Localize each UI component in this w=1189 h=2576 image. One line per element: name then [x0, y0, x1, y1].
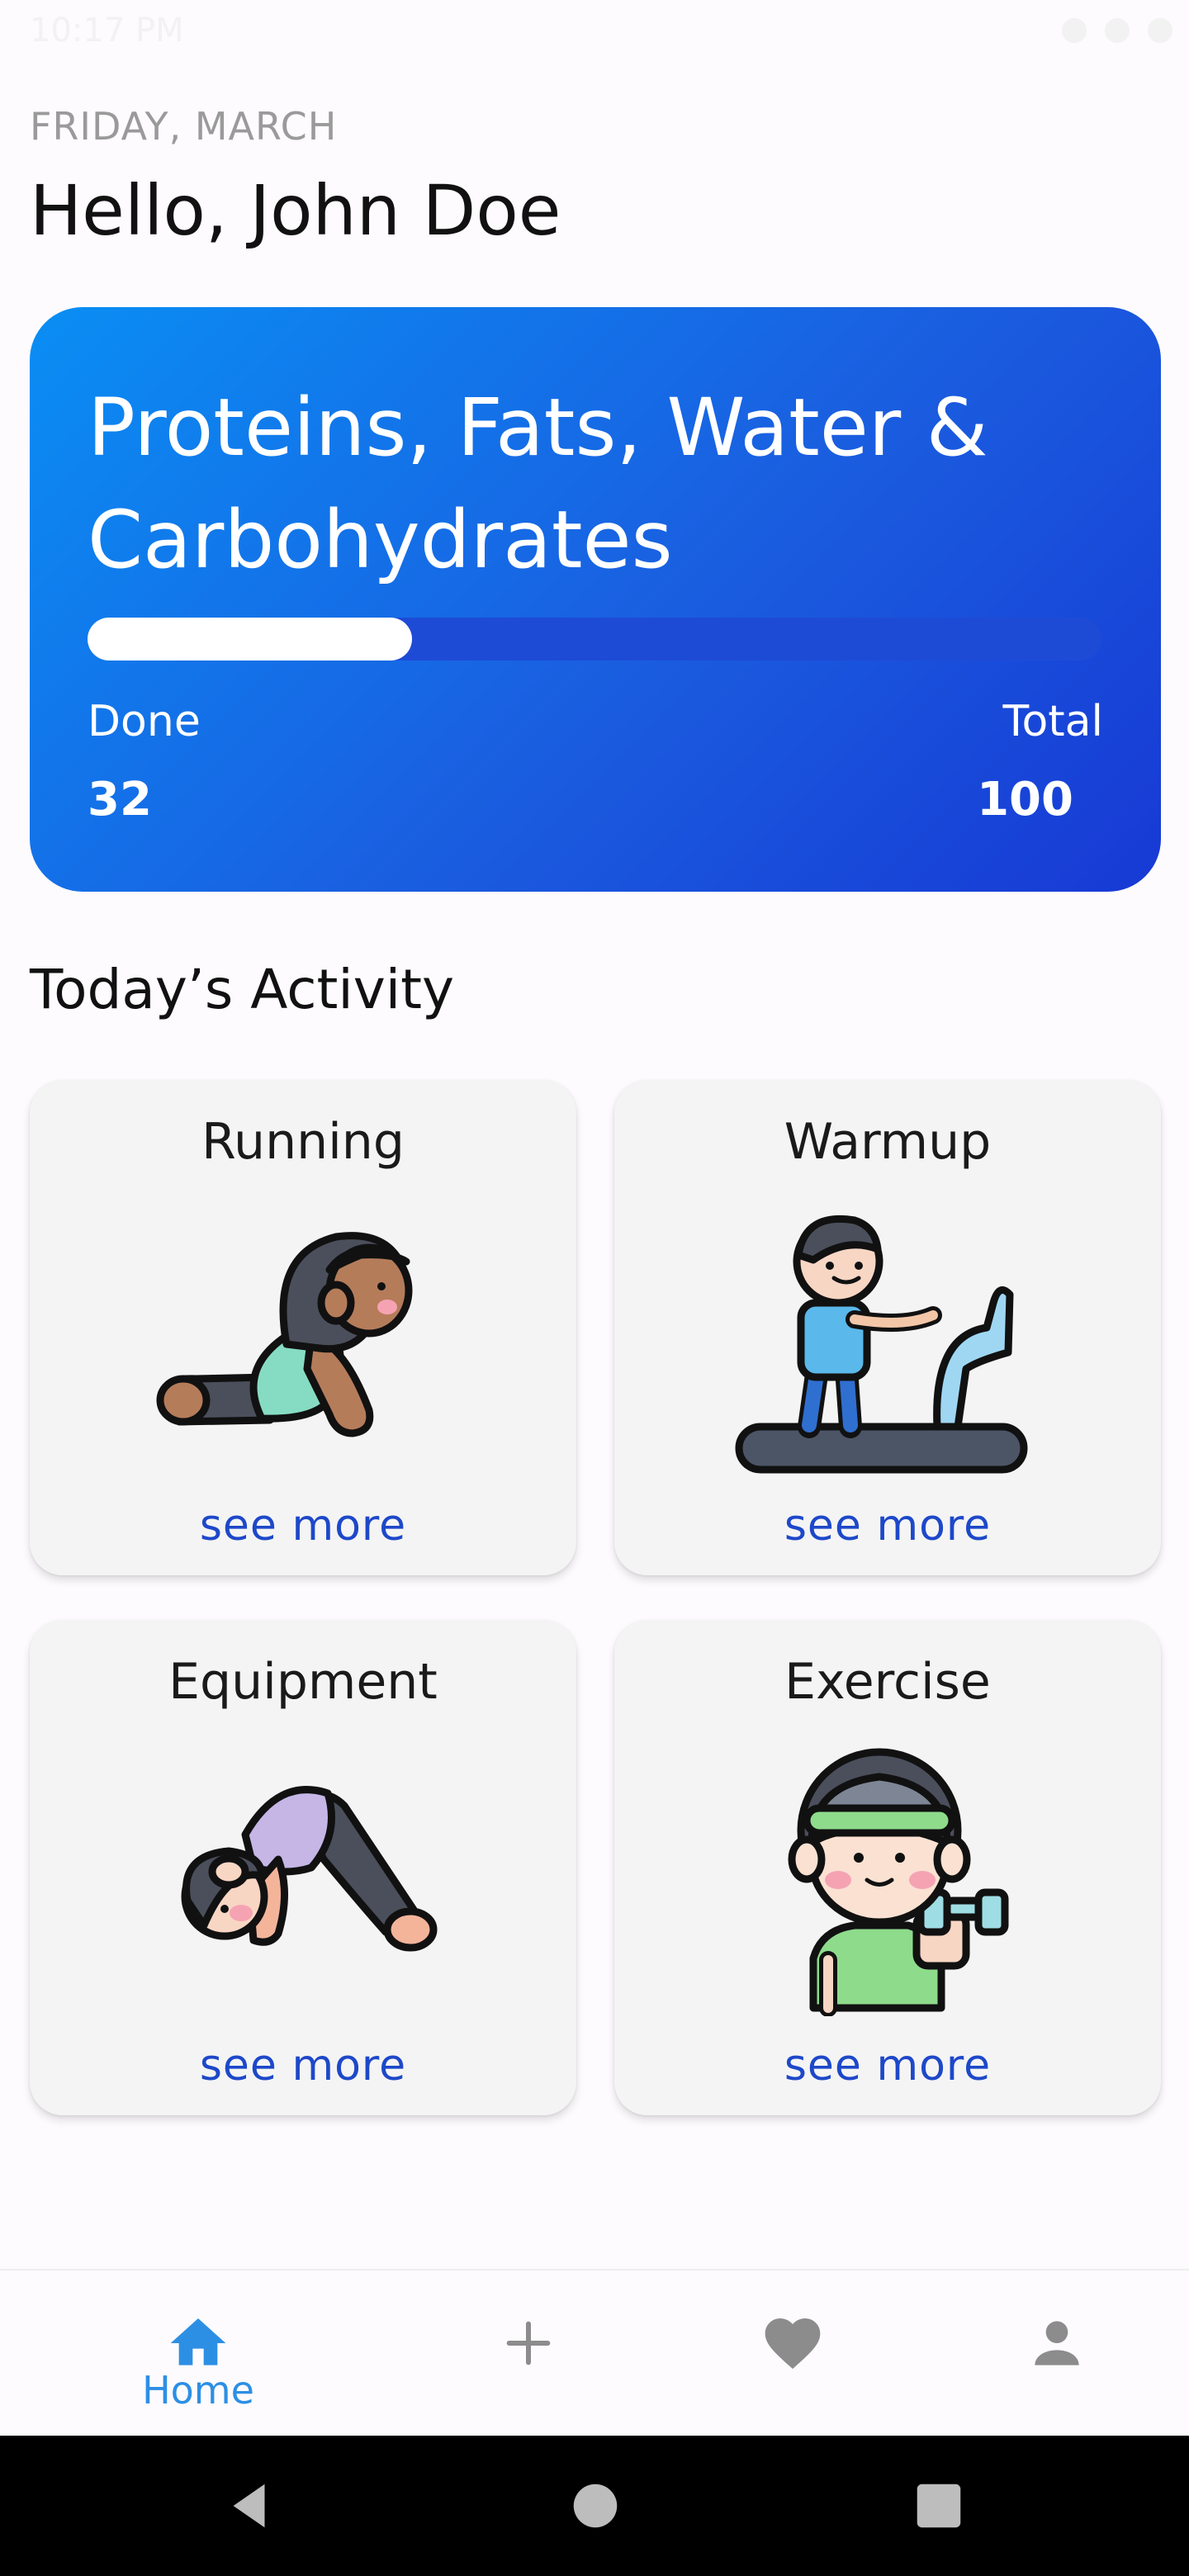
done-label: Done [88, 697, 201, 746]
see-more-link[interactable]: see more [30, 2041, 576, 2091]
card-title: Warmup [784, 1113, 992, 1171]
activity-card-warmup[interactable]: Warmup see more [614, 1080, 1161, 1575]
nutrition-progress-bar [88, 618, 1101, 661]
signal-icon [1105, 18, 1130, 43]
battery-icon [1148, 18, 1172, 43]
status-time: 10:17 PM [30, 12, 184, 50]
activity-card-exercise[interactable]: Exercise see more [614, 1620, 1161, 2115]
total-label: Total [1002, 697, 1103, 746]
home-circle-icon[interactable] [566, 2477, 624, 2535]
nutrition-summary-card[interactable]: Proteins, Fats, Water & Carbohydrates Do… [30, 307, 1161, 892]
app-screen: 10:17 PM FRIDAY, MARCH Hello, John Doe P… [0, 0, 1189, 2576]
person-icon [1035, 2321, 1079, 2365]
nav-item-home[interactable]: Home [99, 2271, 297, 2437]
section-title-activity: Today’s Activity [30, 958, 455, 1021]
see-more-link[interactable]: see more [30, 1501, 576, 1551]
nav-label-home: Home [142, 2368, 254, 2413]
bottom-navigation: Home [0, 2269, 1189, 2436]
heart-icon [765, 2318, 821, 2370]
treadmill-illustration [735, 1215, 1028, 1474]
see-more-link[interactable]: see more [614, 2041, 1161, 2091]
cobra-pose-illustration [156, 1232, 413, 1437]
total-value: 100 [977, 773, 1073, 826]
card-title: Equipment [168, 1653, 438, 1711]
see-more-link[interactable]: see more [614, 1501, 1161, 1551]
downward-dog-illustration [181, 1786, 438, 1952]
plus-icon [506, 2321, 551, 2365]
nav-item-favorites[interactable] [710, 2271, 875, 2437]
recents-icon[interactable] [910, 2477, 968, 2535]
summary-title: Proteins, Fats, Water & Carbohydrates [88, 381, 988, 586]
nav-item-add[interactable] [446, 2271, 611, 2437]
date-label: FRIDAY, MARCH [30, 104, 338, 149]
system-navigation-bar [0, 2436, 1189, 2576]
status-icons [1062, 18, 1172, 43]
home-icon [170, 2318, 226, 2365]
activity-card-equipment[interactable]: Equipment see more [30, 1620, 576, 2115]
progress-fill [88, 618, 412, 661]
back-icon[interactable] [221, 2477, 279, 2535]
card-title: Running [201, 1113, 405, 1171]
card-title: Exercise [784, 1653, 991, 1711]
done-value: 32 [88, 773, 152, 826]
greeting-title: Hello, John Doe [30, 170, 561, 251]
status-bar: 10:17 PM [0, 0, 1189, 66]
activity-card-running[interactable]: Running see more [30, 1080, 576, 1575]
dumbbell-boy-illustration [788, 1748, 1009, 2016]
nav-item-profile[interactable] [974, 2271, 1139, 2437]
wifi-icon [1062, 18, 1087, 43]
